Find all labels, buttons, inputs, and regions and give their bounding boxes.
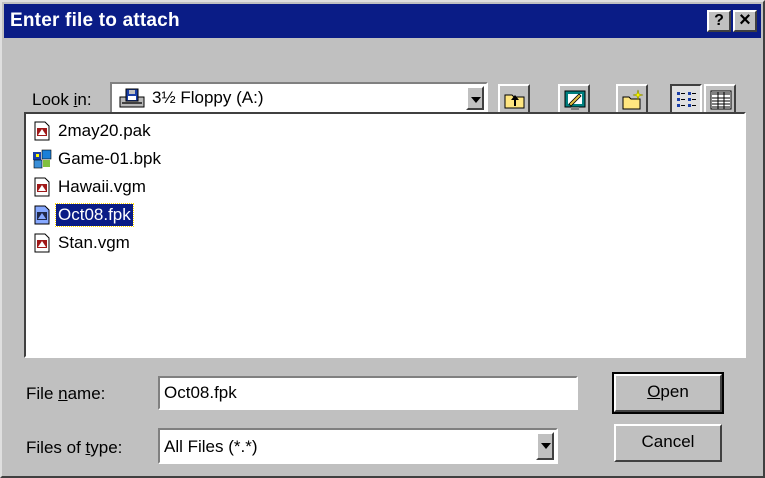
file-vgm-icon xyxy=(32,233,52,253)
new-folder-button[interactable] xyxy=(616,84,648,114)
file-type-dropdown-arrow[interactable] xyxy=(536,432,554,460)
look-in-dropdown-arrow[interactable] xyxy=(466,86,484,110)
list-item[interactable]: Oct08.fpk xyxy=(32,202,134,228)
list-item[interactable]: Hawaii.vgm xyxy=(32,174,148,200)
details-view-button[interactable] xyxy=(704,84,736,114)
list-item[interactable]: 2may20.pak xyxy=(32,118,153,144)
file-type-value: All Files (*.*) xyxy=(164,437,258,456)
open-button[interactable]: Open xyxy=(612,372,724,414)
help-button[interactable]: ? xyxy=(707,10,731,32)
file-vgm-icon xyxy=(32,177,52,197)
close-button[interactable]: × xyxy=(733,10,757,32)
up-one-level-button[interactable] xyxy=(498,84,530,114)
file-name-value: Oct08.fpk xyxy=(164,383,237,402)
list-item[interactable]: Stan.vgm xyxy=(32,230,132,256)
file-name-field[interactable]: Oct08.fpk xyxy=(158,376,578,410)
file-name-label: File name: xyxy=(26,384,106,403)
list-item[interactable]: Game-01.bpk xyxy=(32,146,163,172)
file-type-dropdown[interactable]: All Files (*.*) xyxy=(158,428,558,464)
file-fpk-icon xyxy=(32,205,52,225)
look-in-dropdown[interactable]: 3½ Floppy (A:) xyxy=(110,82,488,114)
file-list[interactable]: 2may20.pak Game-01.bpk Hawaii.vgm Oct08.… xyxy=(24,112,746,358)
cancel-button[interactable]: Cancel xyxy=(614,424,722,462)
title-bar[interactable]: Enter file to attach ? × xyxy=(4,4,761,38)
file-game-icon xyxy=(32,149,52,169)
dialog-title: Enter file to attach xyxy=(10,10,180,31)
file-type-label: Files of type: xyxy=(26,438,123,457)
look-in-label: Look in: xyxy=(32,90,92,109)
file-pak-icon xyxy=(32,121,52,141)
desktop-button[interactable] xyxy=(558,84,590,114)
look-in-value: 3½ Floppy (A:) xyxy=(152,88,264,107)
list-view-button[interactable] xyxy=(670,84,702,114)
file-dialog: Enter file to attach ? × Look in: 3½ Flo… xyxy=(0,0,765,478)
